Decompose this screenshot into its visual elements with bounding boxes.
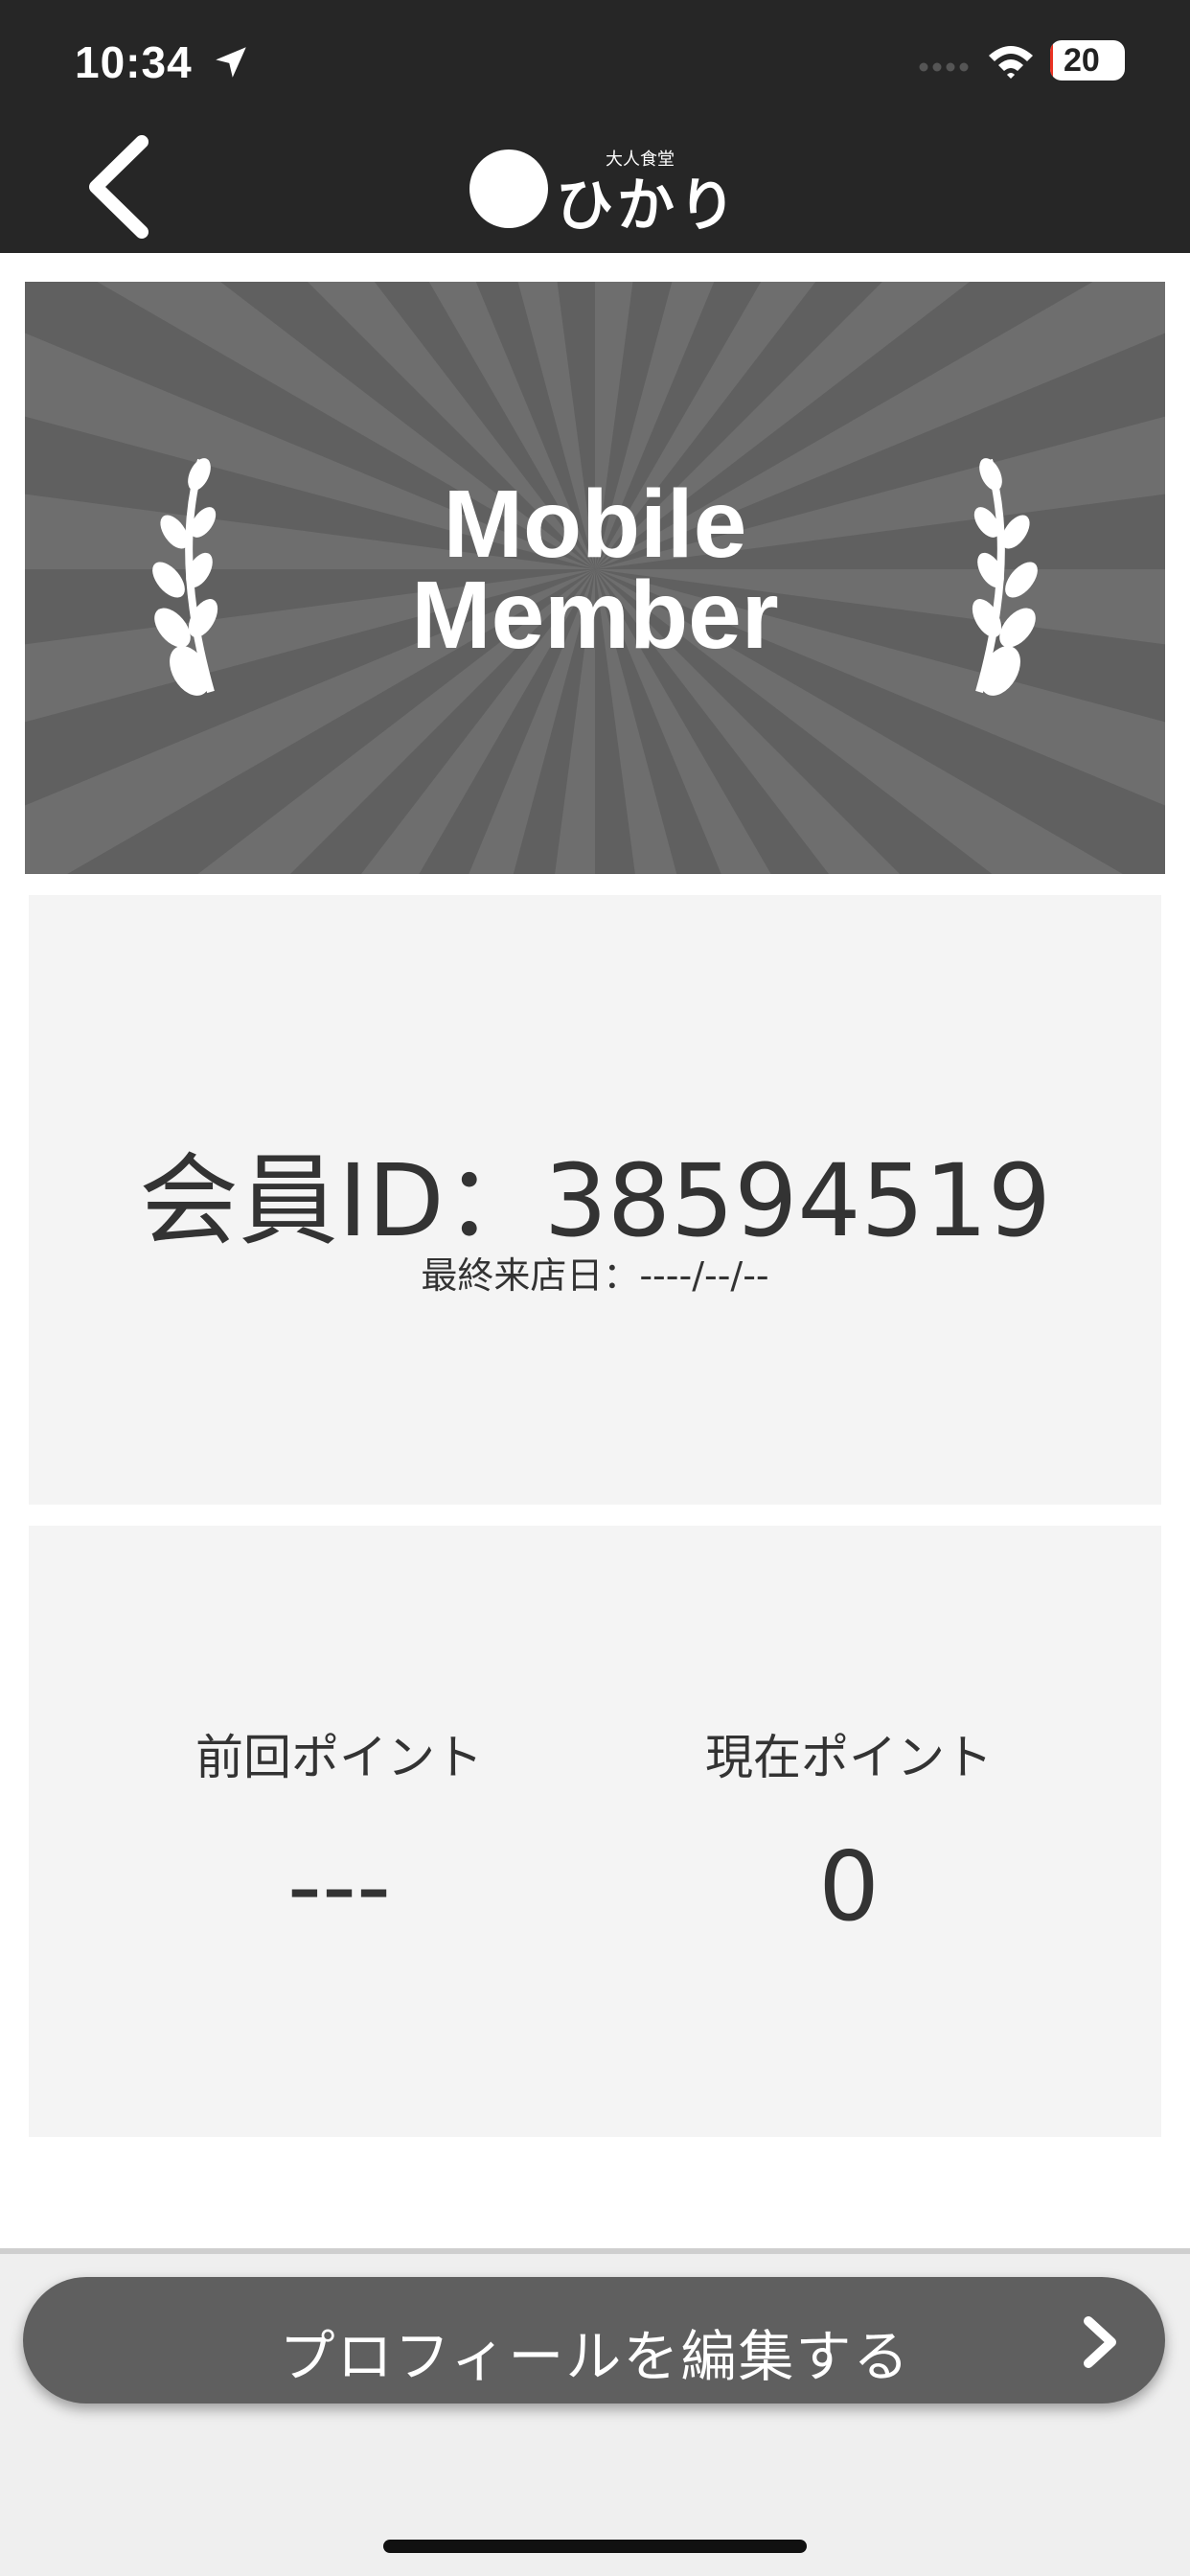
cellular-signal-icon <box>919 62 969 72</box>
edit-profile-label[interactable]: プロフィールを編集する <box>0 2312 1190 2392</box>
last-visit-date: 最終来店日：----/--/-- <box>421 1254 769 1297</box>
home-indicator <box>383 2540 807 2553</box>
battery-fill <box>1050 40 1054 80</box>
current-points-label: 現在ポイント <box>705 1730 993 1785</box>
wifi-icon <box>989 46 1033 79</box>
previous-points-value: --- <box>286 1830 392 1943</box>
member-id: 会員ID：38594519 <box>138 1142 1052 1259</box>
banner-title-line2: Member <box>411 562 779 669</box>
battery-level-text: 20 <box>1064 42 1100 79</box>
current-points-value: 0 <box>818 1830 880 1943</box>
logo-text: ひかり <box>556 172 740 240</box>
logo-emblem-icon <box>469 150 548 228</box>
status-time: 10:34 <box>75 37 193 87</box>
chevron-right-icon[interactable] <box>1077 2315 1121 2369</box>
back-chevron-icon[interactable] <box>82 134 159 240</box>
battery-icon: 20 <box>1050 40 1125 80</box>
previous-points-label: 前回ポイント <box>195 1730 483 1785</box>
location-arrow-icon <box>216 47 246 78</box>
